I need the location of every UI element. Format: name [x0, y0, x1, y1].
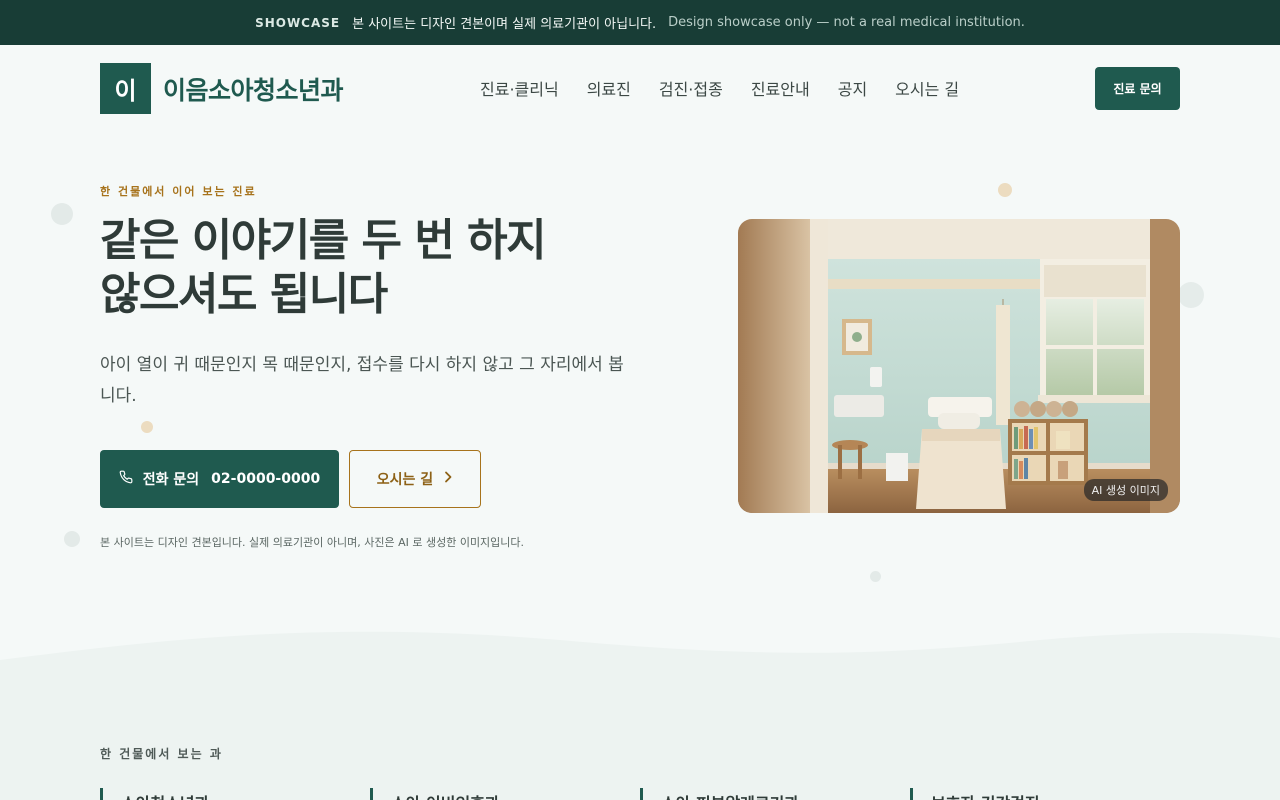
clinic-room-illustration [738, 219, 1180, 513]
hero-title-line-1: 같은 이야기를 두 번 하지 [100, 215, 547, 266]
nav-item-doctors[interactable]: 의료진 [587, 76, 631, 100]
hero-title: 같은 이야기를 두 번 하지 않으셔도 됩니다 [100, 214, 660, 322]
department-card-ent[interactable]: 소아 이비인후과 [370, 788, 640, 800]
hero-title-line-2: 않으셔도 됩니다 [100, 269, 388, 320]
departments-eyebrow: 한 건물에서 보는 과 [100, 747, 223, 761]
nav-item-guide[interactable]: 진료안내 [751, 76, 810, 100]
hero-eyebrow: 한 건물에서 이어 보는 진료 [100, 185, 257, 198]
department-card-guardian-checkup[interactable]: 보호자 건강검진 [910, 788, 1180, 800]
logo-mark: 이 [100, 63, 151, 114]
banner-notice-ko: 본 사이트는 디자인 견본이며 실제 의료기관이 아닙니다. [352, 17, 657, 32]
phone-number: 02-0000-0000 [211, 471, 321, 487]
directions-label: 오시는 길 [376, 472, 434, 488]
decor-dot [998, 183, 1012, 197]
directions-button[interactable]: 오시는 길 [349, 450, 481, 508]
showcase-banner: SHOWCASE 본 사이트는 디자인 견본이며 실제 의료기관이 아닙니다. … [0, 0, 1280, 45]
nav-item-directions[interactable]: 오시는 길 [895, 76, 959, 100]
chevron-right-icon [443, 471, 453, 487]
departments-section [0, 600, 1280, 800]
department-cards: 소아청소년과 소아 이비인후과 소아 피부알레르기과 보호자 건강검진 [100, 788, 1180, 800]
ai-image-badge: AI 생성 이미지 [1083, 479, 1168, 501]
phone-icon [119, 470, 133, 488]
banner-notice-en: Design showcase only — not a real medica… [668, 15, 1025, 30]
hero-disclaimer: 본 사이트는 디자인 견본입니다. 실제 의료기관이 아니며, 사진은 AI 로… [100, 536, 525, 549]
hero-description: 아이 열이 귀 때문인지 목 때문인지, 접수를 다시 하지 않고 그 자리에서… [100, 355, 624, 406]
showcase-tag: SHOWCASE [255, 15, 341, 30]
decor-dot [1178, 282, 1204, 308]
nav-item-checkup[interactable]: 검진·접종 [659, 76, 723, 100]
phone-label: 전화 문의 [142, 472, 200, 488]
main-nav: 진료·클리닉 의료진 검진·접종 진료안내 공지 오시는 길 [480, 76, 959, 100]
decor-dot [141, 421, 153, 433]
hero-image-clinic-room: AI 생성 이미지 [738, 219, 1180, 513]
nav-item-notice[interactable]: 공지 [838, 76, 867, 100]
site-logo[interactable]: 이 이음소아청소년과 [100, 63, 344, 114]
section-wave [0, 631, 1280, 800]
phone-inquiry-button[interactable]: 전화 문의 02-0000-0000 [100, 450, 339, 508]
decor-dot [64, 531, 80, 547]
nav-item-clinic[interactable]: 진료·클리닉 [480, 76, 559, 100]
inquiry-button[interactable]: 진료 문의 [1095, 67, 1180, 110]
decor-dot [870, 571, 881, 582]
logo-text: 이음소아청소년과 [163, 75, 344, 105]
decor-dot [51, 203, 73, 225]
department-card-dermatology[interactable]: 소아 피부알레르기과 [640, 788, 910, 800]
department-card-pediatrics[interactable]: 소아청소년과 [100, 788, 370, 800]
